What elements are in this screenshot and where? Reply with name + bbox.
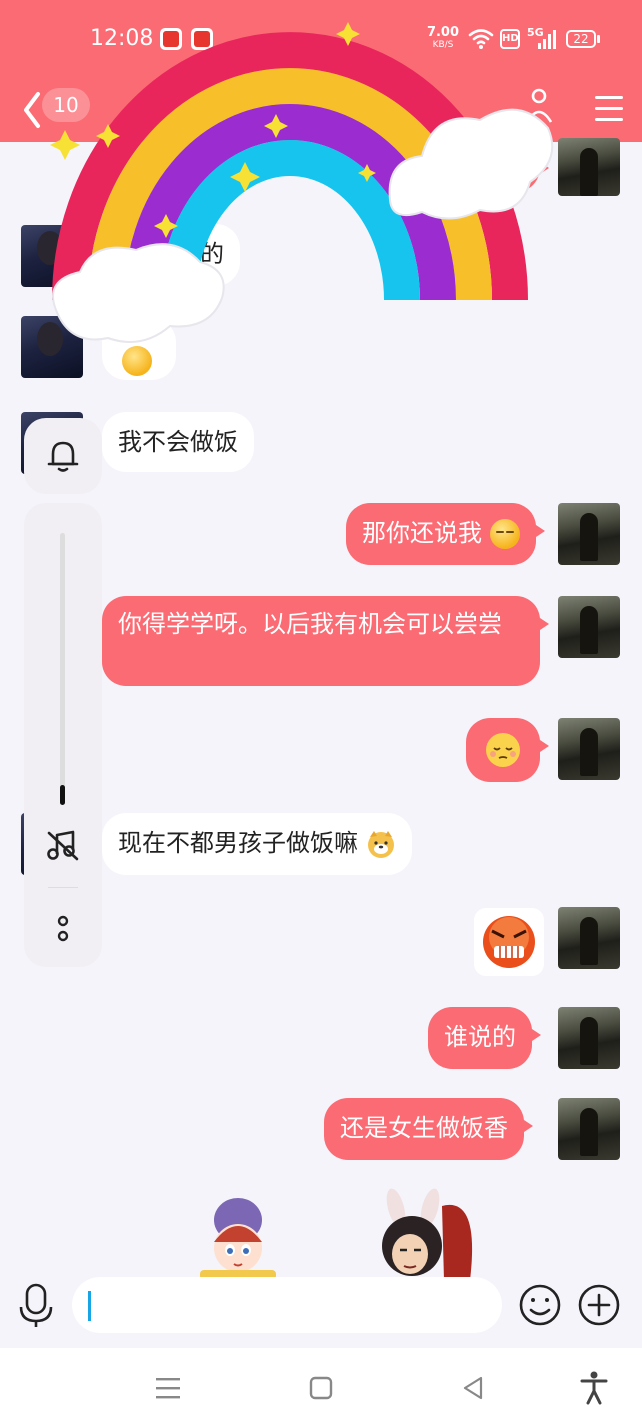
avatar-contact[interactable] bbox=[21, 225, 83, 287]
recents-icon[interactable] bbox=[155, 1375, 181, 1401]
doge-emoji-icon bbox=[367, 831, 394, 858]
message-bubble-right[interactable] bbox=[376, 140, 549, 192]
emoji-icon bbox=[122, 346, 152, 376]
status-time: 12:08 bbox=[90, 26, 154, 51]
divider bbox=[48, 887, 78, 888]
avatar-contact[interactable] bbox=[21, 316, 83, 378]
volume-slider-track[interactable] bbox=[60, 533, 65, 805]
music-off-icon[interactable] bbox=[45, 827, 81, 863]
volume-panel bbox=[24, 503, 102, 967]
network-speed: 7.00 KB/S bbox=[426, 26, 460, 52]
back-chevron-icon[interactable] bbox=[22, 88, 42, 132]
sticker-message[interactable] bbox=[474, 908, 544, 976]
system-navigation-bar bbox=[0, 1348, 642, 1427]
hd-icon: HD bbox=[500, 29, 520, 49]
message-bubble-left[interactable]: 的 bbox=[102, 224, 240, 286]
message-bubble-right[interactable]: 还是女生做饭香 bbox=[324, 1098, 533, 1160]
sleepy-emoji-icon bbox=[486, 733, 520, 767]
angry-sticker-icon bbox=[483, 916, 535, 968]
accessibility-icon[interactable] bbox=[580, 1371, 608, 1405]
app-notification-icon bbox=[191, 28, 213, 50]
message-bubble-left[interactable] bbox=[102, 318, 176, 380]
message-text: 你得学学呀。以后我有机会可以尝尝 bbox=[118, 610, 502, 638]
net-speed-value: 7.00 bbox=[426, 25, 460, 40]
menu-icon[interactable] bbox=[594, 88, 624, 128]
message-text: 还是女生做饭香 bbox=[340, 1114, 508, 1142]
cartoon-boy-sticker bbox=[382, 1188, 473, 1280]
avatar-me[interactable] bbox=[558, 1098, 620, 1160]
plus-icon[interactable] bbox=[577, 1283, 621, 1327]
person-icon[interactable] bbox=[522, 86, 556, 130]
avatar-me[interactable] bbox=[558, 718, 620, 780]
status-bar: 12:08 7.00 KB/S HD 5G 22 bbox=[0, 0, 642, 80]
net-speed-unit: KB/S bbox=[432, 40, 454, 50]
avatar-me[interactable] bbox=[558, 596, 620, 658]
message-bubble-right[interactable] bbox=[466, 718, 549, 782]
message-text: 那你还说我 bbox=[362, 519, 482, 547]
text-caret bbox=[88, 1291, 91, 1321]
unread-count-badge[interactable]: 10 bbox=[42, 88, 90, 122]
back-icon[interactable] bbox=[460, 1375, 486, 1401]
message-bubble-right[interactable]: 你得学学呀。以后我有机会可以尝尝 bbox=[102, 596, 549, 686]
message-text: 谁说的 bbox=[444, 1023, 516, 1051]
battery-cap bbox=[597, 35, 600, 43]
battery-icon: 22 bbox=[566, 30, 596, 48]
cartoon-girl-sticker bbox=[200, 1198, 276, 1280]
microphone-icon[interactable] bbox=[18, 1283, 54, 1329]
more-icon[interactable] bbox=[53, 914, 73, 944]
emoji-icon[interactable] bbox=[518, 1283, 562, 1327]
message-bubble-right[interactable]: 那你还说我 bbox=[346, 503, 545, 565]
wifi-icon bbox=[468, 29, 494, 49]
avatar-me[interactable] bbox=[558, 503, 620, 565]
notification-panel[interactable] bbox=[24, 418, 102, 494]
message-text: 的 bbox=[200, 240, 224, 268]
message-bubble-left[interactable]: 我不会做饭 bbox=[102, 412, 254, 472]
blush-emoji-icon bbox=[489, 519, 520, 549]
app-notification-icon bbox=[160, 28, 182, 50]
chat-header: 10 bbox=[0, 80, 642, 142]
avatar-me[interactable] bbox=[558, 907, 620, 969]
avatar-me[interactable] bbox=[558, 138, 620, 196]
avatar-me[interactable] bbox=[558, 1007, 620, 1069]
message-input[interactable] bbox=[72, 1277, 502, 1333]
home-icon[interactable] bbox=[308, 1375, 334, 1401]
input-bar bbox=[0, 1275, 642, 1345]
message-bubble-left[interactable]: 现在不都男孩子做饭嘛 bbox=[102, 813, 412, 875]
message-text: 我不会做饭 bbox=[118, 428, 238, 456]
message-text: 现在不都男孩子做饭嘛 bbox=[118, 829, 358, 857]
signal-icon bbox=[538, 30, 556, 49]
volume-slider-level[interactable] bbox=[60, 785, 65, 805]
bell-icon[interactable] bbox=[46, 438, 80, 474]
message-bubble-right[interactable]: 谁说的 bbox=[428, 1007, 541, 1069]
